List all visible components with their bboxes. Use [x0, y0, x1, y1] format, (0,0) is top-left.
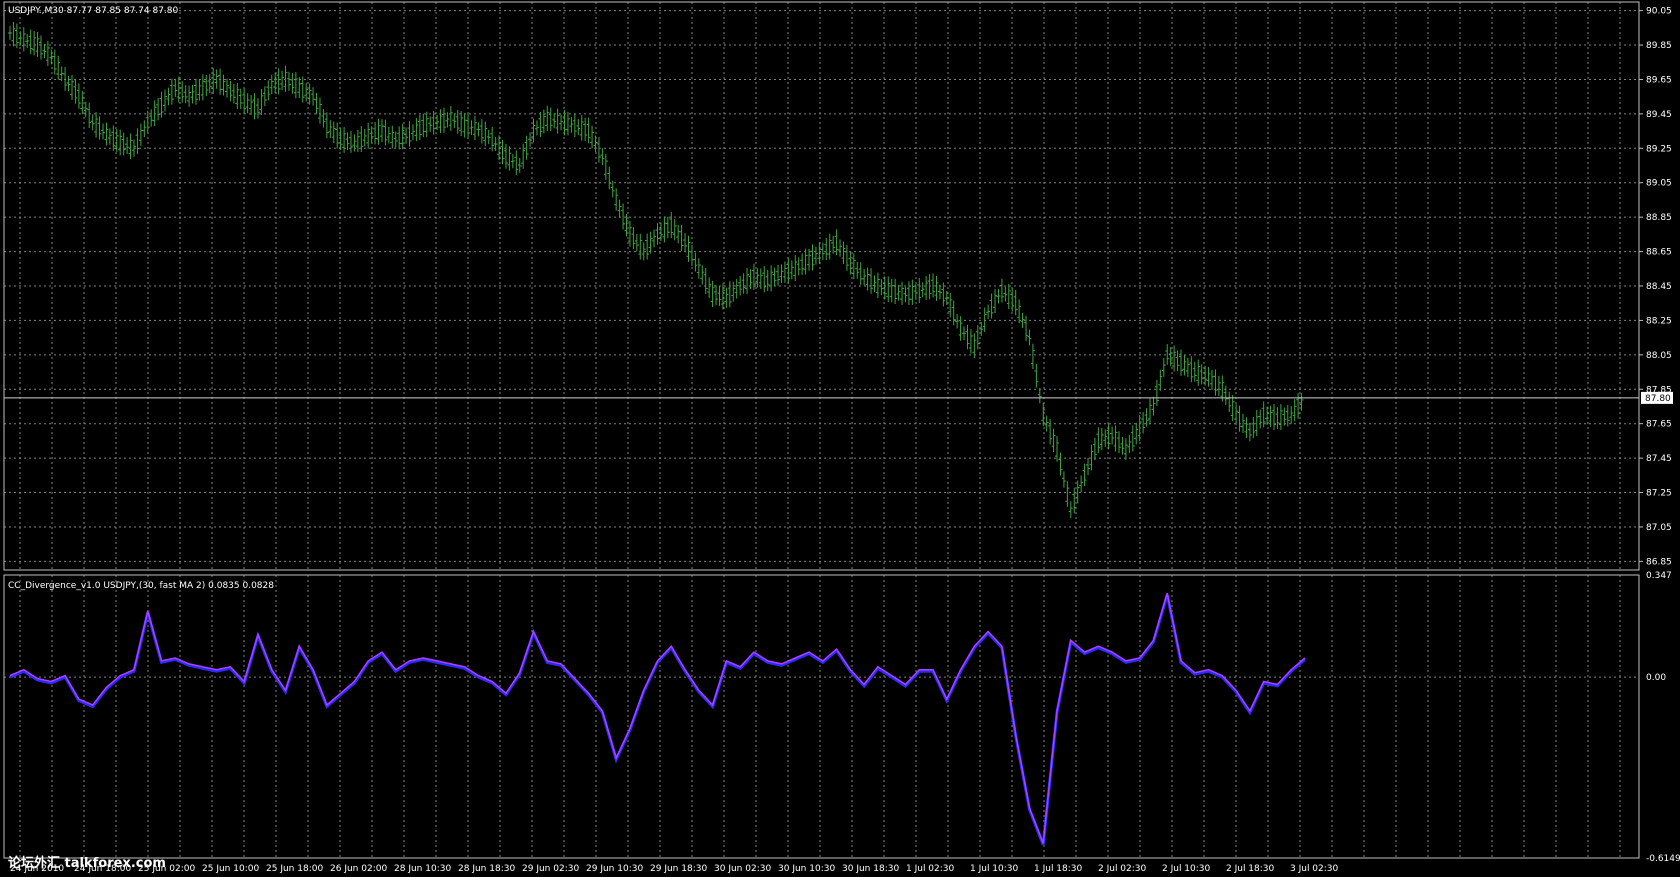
time-tick-label: 25 Jun 18:00: [266, 864, 323, 874]
price-tick-label: 86.85: [1646, 557, 1672, 567]
price-tick-label: 89.65: [1646, 75, 1672, 85]
time-tick-label: 26 Jun 02:00: [330, 864, 387, 874]
price-tick-label: 88.25: [1646, 316, 1672, 326]
time-tick-label: 28 Jun 18:30: [458, 864, 515, 874]
price-tick-label: 87.45: [1646, 454, 1672, 464]
time-tick-label: 30 Jun 10:30: [778, 864, 835, 874]
price-tick-label: 89.25: [1646, 144, 1672, 154]
price-tick-label: 87.65: [1646, 420, 1672, 430]
price-tick-label: 89.45: [1646, 110, 1672, 120]
time-tick-label: 29 Jun 18:30: [650, 864, 707, 874]
main-chart-title: USDJPY.,M30 87.77 87.85 87.74 87.80: [8, 6, 179, 16]
indicator-tick-label: -0.6149: [1646, 854, 1680, 864]
price-tick-label: 88.65: [1646, 248, 1672, 258]
price-tick-label: 89.05: [1646, 179, 1672, 189]
price-tick-label: 87.25: [1646, 489, 1672, 499]
price-tick-label: 87.05: [1646, 523, 1672, 533]
indicator-title: CC_Divergence_v1.0 USDJPY,(30, fast MA 2…: [8, 581, 274, 591]
indicator-tick-label: 0.00: [1646, 673, 1666, 683]
time-tick-label: 2 Jul 02:30: [1098, 864, 1147, 874]
time-tick-label: 3 Jul 02:30: [1290, 864, 1339, 874]
time-tick-label: 25 Jun 10:00: [202, 864, 259, 874]
price-tick-label: 88.85: [1646, 213, 1672, 223]
price-tick-label: 88.05: [1646, 351, 1672, 361]
price-tick-label: 90.05: [1646, 7, 1672, 17]
current-price-label: 87.80: [1645, 394, 1671, 404]
time-tick-label: 29 Jun 10:30: [586, 864, 643, 874]
price-tick-label: 89.85: [1646, 41, 1672, 51]
time-tick-label: 2 Jul 18:30: [1226, 864, 1275, 874]
time-tick-label: 28 Jun 10:30: [394, 864, 451, 874]
time-tick-label: 30 Jun 02:30: [714, 864, 771, 874]
time-tick-label: 29 Jun 02:30: [522, 864, 579, 874]
time-tick-label: 30 Jun 18:30: [842, 864, 899, 874]
time-axis: 24 Jun 2010 24 Jun 18:00 25 Jun 02:00 25 Ju…: [10, 864, 1339, 874]
indicator-tick-label: 0.347: [1646, 571, 1672, 581]
time-tick-label: 2 Jul 10:30: [1162, 864, 1211, 874]
price-tick-label: 88.45: [1646, 282, 1672, 292]
time-tick-label: 1 Jul 18:30: [1034, 864, 1083, 874]
chart-window[interactable]: 90.05 89.85 89.65 89.45 89.25 89.05 88.85 88.65…: [0, 0, 1680, 877]
watermark-text: 论坛外汇 talkforex.com: [8, 855, 166, 871]
time-tick-label: 1 Jul 02:30: [906, 864, 955, 874]
time-tick-label: 1 Jul 10:30: [970, 864, 1019, 874]
